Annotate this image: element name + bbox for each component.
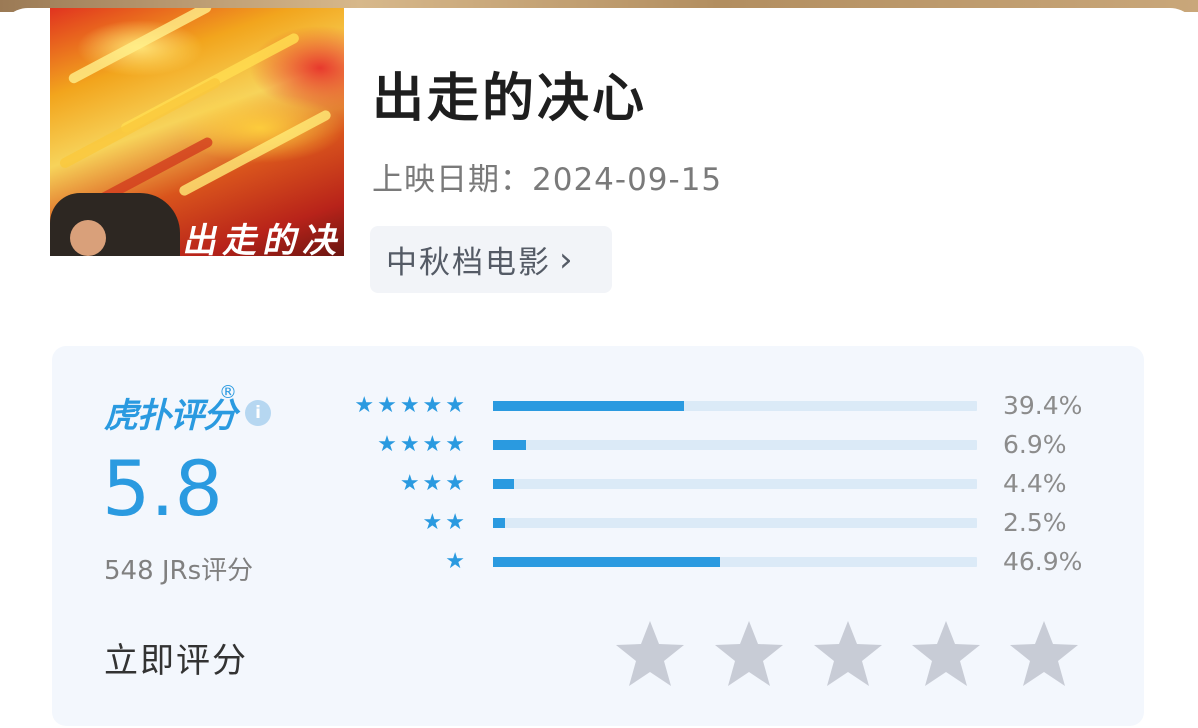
rate-star-4-icon[interactable]: [910, 618, 982, 690]
rate-star-1-icon[interactable]: [614, 618, 686, 690]
poster-face: [70, 220, 106, 256]
distribution-percent: 46.9%: [1003, 547, 1083, 576]
distribution-bar-track: [493, 440, 977, 450]
distribution-bar-fill: [493, 479, 515, 489]
distribution-bar-fill: [493, 401, 684, 411]
rating-row-2-stars: ★★ 2.5%: [52, 509, 1144, 537]
star-icon: ★★★★: [377, 432, 468, 457]
rate-star-3-icon[interactable]: [812, 618, 884, 690]
rate-now-label: 立即评分: [104, 641, 248, 681]
rating-row-4-stars: ★★★★ 6.9%: [52, 431, 1144, 459]
poster-streak: [58, 76, 222, 170]
distribution-bar-fill: [493, 440, 527, 450]
distribution-bar-track: [493, 518, 977, 528]
star-icon: ★: [445, 549, 468, 574]
poster-streak: [177, 108, 333, 198]
star-icon: ★★: [422, 510, 468, 535]
release-date-line: 上映日期：2024-09-15: [372, 154, 722, 199]
distribution-percent: 4.4%: [1003, 469, 1067, 498]
release-date-label: 上映日期：: [372, 162, 532, 198]
star-icon: ★★★★★: [354, 393, 468, 418]
poster-title-art: 出走的决心: [180, 221, 344, 256]
rating-row-1-star: ★ 46.9%: [52, 548, 1144, 576]
movie-card: 出走的决心 出走的决心 上映日期：2024-09-15 中秋档电影 › 虎扑评分…: [0, 8, 1198, 728]
rating-panel: 虎扑评分 ® i 5.8 548 JRs评分 ★★★★★ 39.4% ★★★★ …: [52, 346, 1144, 726]
chevron-right-icon: ›: [559, 239, 573, 280]
rate-star-5-icon[interactable]: [1008, 618, 1080, 690]
star-icon: ★★★: [399, 471, 468, 496]
rating-row-3-stars: ★★★ 4.4%: [52, 470, 1144, 498]
distribution-percent: 39.4%: [1003, 391, 1083, 420]
movie-title: 出走的决心: [372, 69, 648, 129]
distribution-bar-track: [493, 401, 977, 411]
release-date-value: 2024-09-15: [532, 162, 723, 198]
rate-star-2-icon[interactable]: [713, 618, 785, 690]
distribution-bar-fill: [493, 518, 506, 528]
tag-label: 中秋档电影: [386, 245, 551, 281]
poster-car: [50, 193, 180, 256]
distribution-bar-track: [493, 479, 977, 489]
tag-chip-mid-autumn[interactable]: 中秋档电影 ›: [370, 226, 612, 293]
movie-poster[interactable]: 出走的决心: [50, 8, 344, 256]
distribution-bar-fill: [493, 557, 720, 567]
distribution-bar-track: [493, 557, 977, 567]
rating-row-5-stars: ★★★★★ 39.4%: [52, 392, 1144, 420]
distribution-percent: 2.5%: [1003, 508, 1067, 537]
poster-streak: [67, 8, 213, 85]
distribution-percent: 6.9%: [1003, 430, 1067, 459]
